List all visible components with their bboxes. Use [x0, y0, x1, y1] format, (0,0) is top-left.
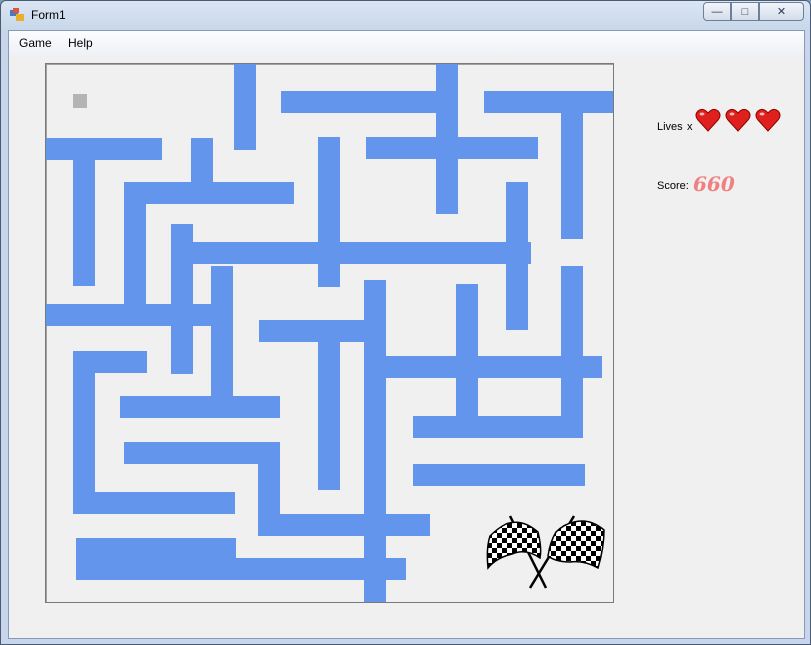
maze-wall — [506, 182, 528, 330]
maze-wall — [366, 137, 538, 159]
player-square — [73, 94, 87, 108]
maze-wall — [258, 514, 430, 536]
menu-bar: Game Help — [9, 31, 804, 55]
maze-wall — [456, 284, 478, 418]
window-title: Form1 — [31, 8, 66, 22]
maze-wall — [211, 266, 233, 404]
maze-wall — [46, 138, 162, 160]
maze-wall — [76, 558, 406, 580]
lives-multiplier: x — [687, 121, 693, 133]
maze-wall — [124, 182, 294, 204]
minimize-icon: — — [711, 5, 723, 18]
maximize-button[interactable]: □ — [731, 2, 759, 21]
maze-wall — [124, 202, 146, 304]
maze-wall — [120, 396, 280, 418]
close-icon: ✕ — [776, 6, 787, 18]
client-area: Game Help Lives x Score: 660 — [8, 30, 805, 639]
maximize-icon: □ — [741, 5, 749, 18]
app-icon — [10, 8, 24, 21]
maze-wall — [171, 224, 193, 374]
maze-wall — [561, 113, 583, 239]
app-window: Form1 — □ ✕ Game Help Lives x Score: 660 — [0, 0, 811, 645]
maze-wall — [73, 492, 235, 514]
maze-wall — [46, 304, 232, 326]
close-button[interactable]: ✕ — [759, 2, 804, 21]
maze-wall — [413, 464, 585, 486]
heart-icon — [725, 108, 751, 132]
maze-wall — [364, 280, 386, 602]
maze-wall — [318, 137, 340, 287]
menu-game[interactable]: Game — [19, 36, 52, 50]
score-label: Score: — [657, 180, 689, 192]
maze-wall — [191, 138, 213, 182]
score-value: 660 — [693, 172, 735, 196]
maze-wall — [413, 416, 583, 438]
maze-wall — [484, 91, 613, 113]
maze-wall — [191, 242, 531, 264]
maze-wall — [281, 91, 437, 113]
maze-wall — [73, 351, 147, 373]
checkered-flags-icon — [486, 515, 605, 589]
title-bar[interactable]: Form1 — □ ✕ — [1, 1, 810, 29]
lives-label: Lives — [657, 121, 683, 133]
maze-wall — [318, 330, 340, 490]
maze-wall — [124, 442, 280, 464]
heart-icon — [755, 108, 781, 132]
maze-wall — [73, 158, 95, 286]
maze-board — [45, 63, 614, 603]
maze-wall — [234, 64, 256, 150]
heart-icon — [695, 108, 721, 132]
minimize-button[interactable]: — — [703, 2, 731, 21]
maze-wall — [561, 266, 583, 438]
menu-help[interactable]: Help — [68, 36, 93, 50]
